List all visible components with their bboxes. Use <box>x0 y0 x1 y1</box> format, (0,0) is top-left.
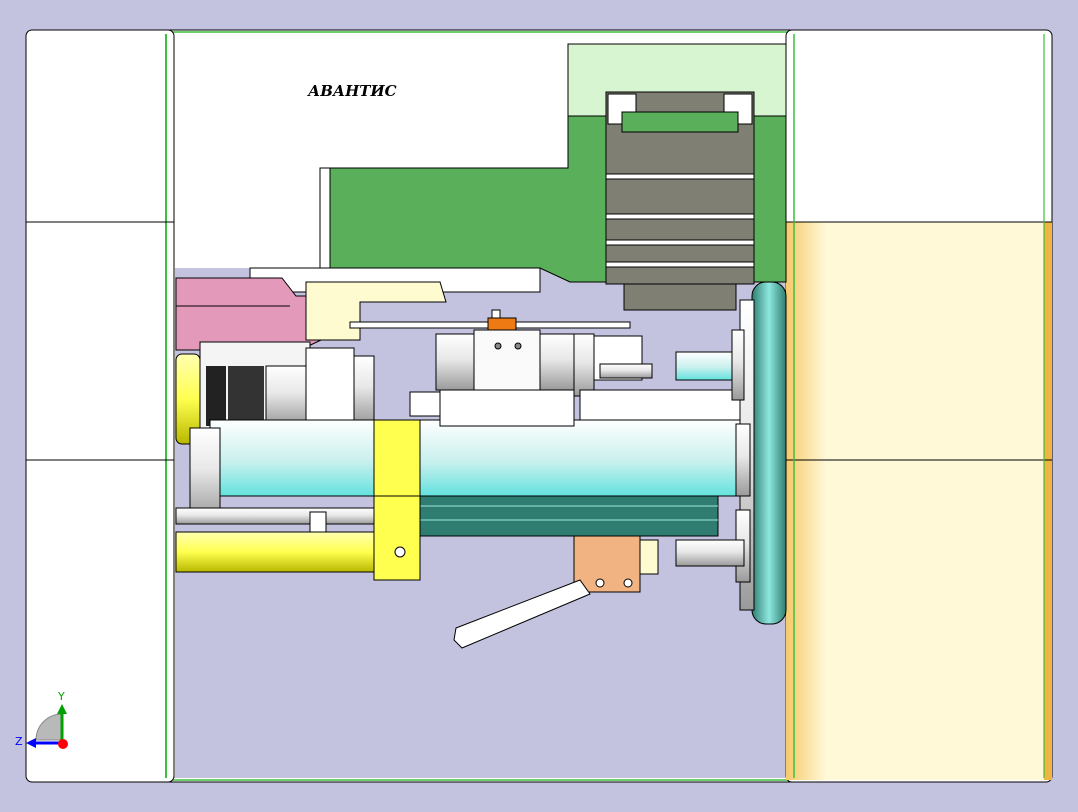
logo-text: АВАНТИС <box>307 82 397 100</box>
linear-guide-block <box>605 91 755 311</box>
cad-viewport[interactable]: АВАНТИС Y Z <box>0 0 1078 808</box>
z-axis-label: Z <box>15 735 23 748</box>
x-axis-dot <box>58 739 68 749</box>
yellow-clamp-block <box>373 419 421 581</box>
left-column <box>25 29 175 783</box>
machine-ways <box>419 495 719 537</box>
lathe-model-drawing: АВАНТИС Y Z <box>15 29 1053 783</box>
tool-holder <box>409 329 595 427</box>
yellow-hydraulic-cylinder <box>175 531 377 573</box>
right-column <box>785 29 1053 783</box>
spindle-face-flange <box>731 281 787 625</box>
y-axis-label: Y <box>57 690 65 703</box>
